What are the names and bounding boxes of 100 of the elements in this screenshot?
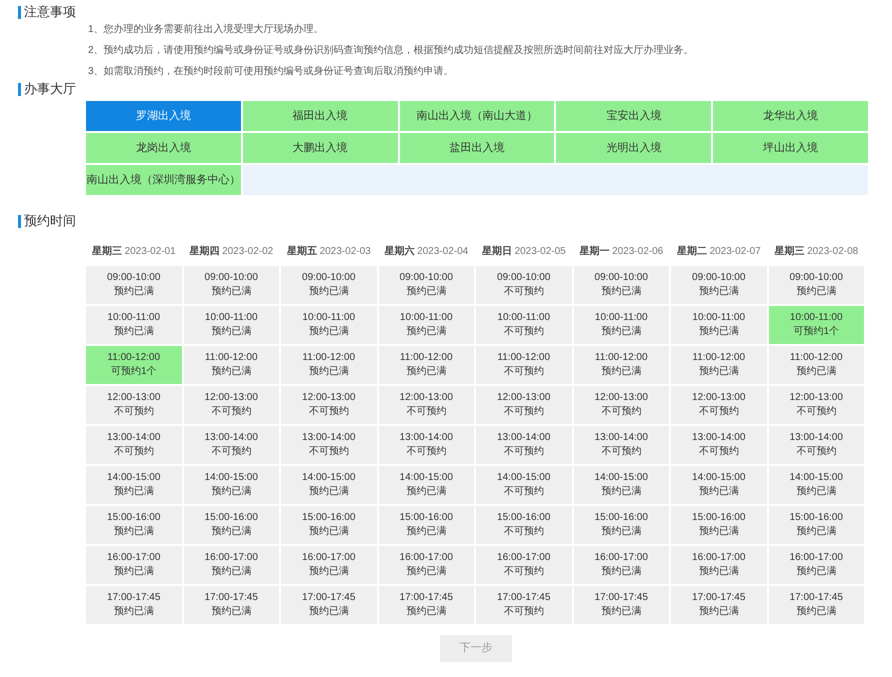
slot-time: 16:00-17:00 [107,551,160,565]
day-header: 星期五 2023-02-03 [286,244,372,259]
slot-time: 14:00-15:00 [692,471,746,485]
slot-time: 14:00-15:00 [790,471,843,485]
slot-status: 预约已满 [308,605,349,619]
section-title: 预约时间 [24,213,76,229]
slot-time: 13:00-14:00 [400,431,453,445]
slot-time: 10:00-11:00 [204,311,258,325]
slot-status: 不可预约 [406,405,446,419]
slot-time: 17:00-17:45 [204,591,258,605]
day-header: 星期一 2023-02-06 [578,244,664,259]
slot-status: 不可预约 [796,405,836,419]
slot-status: 预约已满 [114,325,154,339]
slot-time: 17:00-17:45 [594,591,648,605]
slot-time: 17:00-17:45 [790,591,843,605]
slot-status: 预约已满 [601,365,642,379]
slot-status: 预约已满 [601,525,642,539]
slot-time: 12:00-13:00 [204,391,258,405]
slot-status: 预约已满 [211,365,252,379]
hall-tab[interactable]: 宝安出入境 [556,101,712,131]
slot-time: 15:00-16:00 [400,511,453,525]
slot-status: 预约已满 [406,525,446,539]
hall-tab[interactable]: 南山出入境（深圳湾服务中心） [86,165,241,195]
slot-status: 预约已满 [406,565,446,579]
slot-time: 09:00-10:00 [400,271,453,285]
slot-time: 13:00-14:00 [692,431,746,445]
slot-time: 15:00-16:00 [692,511,746,525]
slot-status: 预约已满 [796,285,836,299]
slot-time: 15:00-16:00 [790,511,843,525]
slot-time: 13:00-14:00 [302,431,356,445]
slot-status: 预约已满 [601,285,642,299]
slot-status: 不可预约 [504,565,544,579]
slot-status: 不可预约 [504,445,544,459]
slot-status: 预约已满 [308,565,349,579]
hall-tab[interactable]: 罗湖出入境 [86,101,241,131]
slot-status: 预约已满 [698,565,739,579]
slot-status: 预约已满 [114,605,154,619]
slot-status: 预约已满 [211,565,252,579]
day-header: 星期四 2023-02-02 [188,244,274,259]
slot-time: 10:00-11:00 [400,311,453,325]
slot-status: 不可预约 [308,405,349,419]
slot-time: 11:00-12:00 [107,351,160,365]
hall-tab[interactable]: 盐田出入境 [400,133,554,163]
slot-time: 17:00-17:45 [302,591,356,605]
notice-text: 2、预约成功后，请使用预约编号或身份证号或身份识别码查询预约信息，根据预约成功短信提醒及按照所选时间前往对应大厅办理业务。 [88,44,695,58]
slot-status: 预约已满 [308,325,349,339]
slot-status: 预约已满 [698,365,739,379]
hall-tab[interactable]: 大鹏出入境 [242,133,398,163]
slot-status: 预约已满 [406,285,446,299]
slot-status: 不可预约 [698,405,739,419]
hall-tab[interactable]: 福田出入境 [242,101,398,131]
slot-status: 预约已满 [211,485,252,499]
slot-status: 不可预约 [114,445,154,459]
slot-time: 15:00-16:00 [204,511,258,525]
hall-tab[interactable]: 光明出入境 [556,133,712,163]
slot-status: 不可预约 [504,285,544,299]
slot-status: 预约已满 [796,565,836,579]
slot-time: 10:00-11:00 [692,311,746,325]
slot-time: 14:00-15:00 [594,471,648,485]
slot-status: 预约已满 [698,485,739,499]
time-slot[interactable]: 11:00-12:00 可预约1个 [86,346,182,384]
slot-status: 预约已满 [698,285,739,299]
section-title: 办事大厅 [24,81,76,97]
hall-tab[interactable]: 坪山出入境 [713,133,868,163]
slot-time: 12:00-13:00 [594,391,648,405]
slot-time: 11:00-12:00 [204,351,258,365]
slot-time: 12:00-13:00 [302,391,356,405]
time-slot[interactable]: 10:00-11:00 可预约1个 [768,306,864,344]
slot-status: 预约已满 [406,485,446,499]
slot-time: 11:00-12:00 [302,351,356,365]
slot-status: 预约已满 [114,565,154,579]
slot-status: 不可预约 [796,445,836,459]
slot-time: 09:00-10:00 [204,271,258,285]
slot-status: 预约已满 [308,285,349,299]
slot-time: 16:00-17:00 [692,551,746,565]
slot-status: 预约已满 [796,485,836,499]
slot-time: 11:00-12:00 [594,351,648,365]
slot-time: 16:00-17:00 [400,551,453,565]
hall-tab[interactable]: 龙华出入境 [713,101,868,131]
slot-time: 10:00-11:00 [594,311,648,325]
section-marker [18,82,21,96]
day-header: 星期三 2023-02-01 [90,244,177,259]
hall-tab[interactable]: 南山出入境（南山大道） [400,101,554,131]
slot-time: 09:00-10:00 [302,271,356,285]
slot-status: 不可预约 [504,405,544,419]
slot-time: 12:00-13:00 [692,391,746,405]
slot-status: 预约已满 [406,605,446,619]
slot-status: 预约已满 [601,605,642,619]
slot-time: 12:00-13:00 [107,391,160,405]
slot-time: 13:00-14:00 [790,431,843,445]
slot-time: 16:00-17:00 [790,551,843,565]
slot-time: 11:00-12:00 [400,351,453,365]
hall-tab[interactable]: 龙岗出入境 [86,133,241,163]
slot-status: 不可预约 [601,445,642,459]
slot-time: 12:00-13:00 [400,391,453,405]
slot-status: 预约已满 [211,605,252,619]
slot-time: 15:00-16:00 [497,511,550,525]
slot-status: 不可预约 [601,405,642,419]
slot-time: 09:00-10:00 [107,271,160,285]
slot-time: 14:00-15:00 [302,471,356,485]
